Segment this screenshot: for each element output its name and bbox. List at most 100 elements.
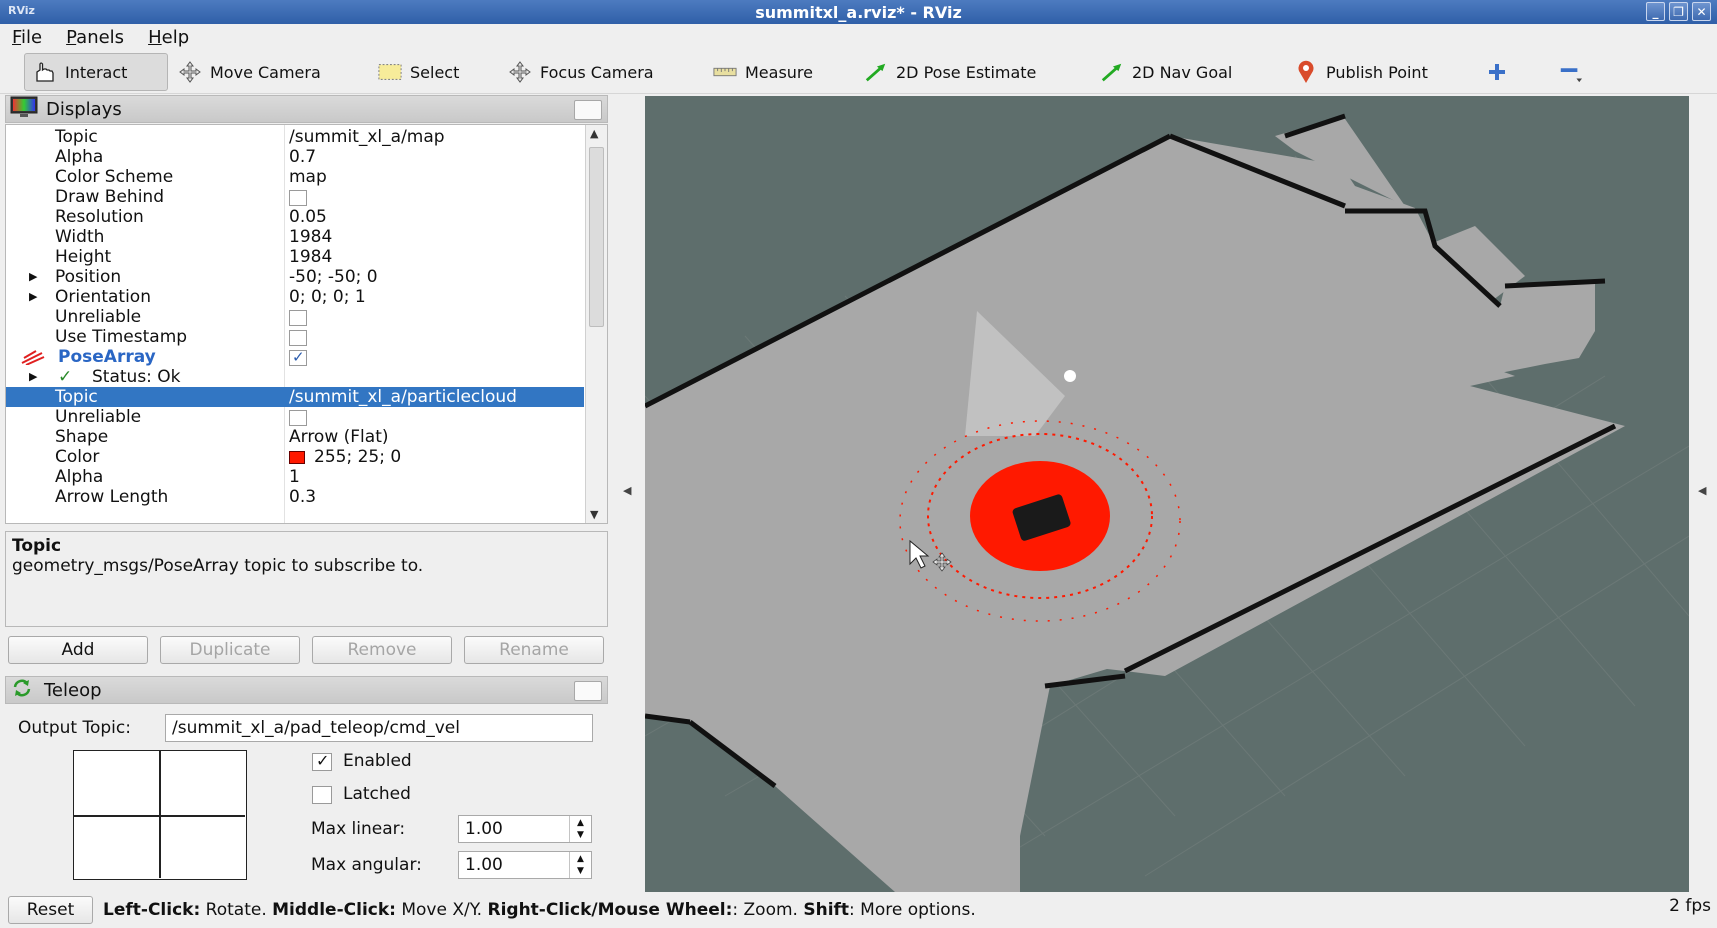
property-value[interactable]: /summit_xl_a/particlecloud xyxy=(289,387,517,407)
property-checkbox[interactable] xyxy=(289,347,307,367)
focus-camera-tool-button[interactable]: Focus Camera xyxy=(500,53,662,91)
expand-arrow-icon[interactable]: ▶ xyxy=(29,287,37,307)
property-value[interactable]: 0; 0; 0; 1 xyxy=(289,287,366,307)
property-value[interactable]: 0.05 xyxy=(289,207,327,227)
output-topic-input[interactable]: /summit_xl_a/pad_teleop/cmd_vel xyxy=(165,714,593,742)
collapse-right-icon[interactable]: ◀ xyxy=(1698,484,1706,497)
property-key: Shape xyxy=(55,427,109,447)
measure-tool-button[interactable]: Measure xyxy=(705,53,821,91)
property-row[interactable]: Color 255; 25; 0 xyxy=(6,447,584,467)
displays-tree[interactable]: Topic/summit_xl_a/map Alpha 0.7 Color Schem… xyxy=(5,124,608,524)
max-angular-spinbox[interactable]: 1.00 ▲ ▼ xyxy=(458,851,592,879)
property-value[interactable]: 1 xyxy=(289,467,300,487)
property-value[interactable]: Arrow (Flat) xyxy=(289,427,389,447)
scroll-up-icon[interactable]: ▲ xyxy=(590,127,598,140)
property-key: Unreliable xyxy=(55,307,142,327)
max-linear-stepper[interactable]: ▲ ▼ xyxy=(569,816,591,842)
latched-label: Latched xyxy=(343,784,411,804)
property-row[interactable]: ▶ ✓ Status: Ok xyxy=(6,367,584,387)
rename-display-button[interactable]: Rename xyxy=(464,636,604,664)
move-arrows-icon xyxy=(178,60,202,84)
property-row[interactable]: Use Timestamp xyxy=(6,327,584,347)
publish-point-tool-button[interactable]: Publish Point xyxy=(1286,53,1436,91)
remove-display-button[interactable]: Remove xyxy=(312,636,452,664)
max-angular-label: Max angular: xyxy=(311,855,422,875)
remove-tool-button[interactable] xyxy=(1550,53,1590,91)
property-value[interactable]: 255; 25; 0 xyxy=(314,447,401,467)
move-camera-tool-button[interactable]: Move Camera xyxy=(170,53,329,91)
expand-arrow-icon[interactable]: ▶ xyxy=(29,267,37,287)
latched-checkbox[interactable] xyxy=(312,786,332,804)
scroll-down-icon[interactable]: ▼ xyxy=(590,508,598,521)
close-button[interactable]: ✕ xyxy=(1692,2,1711,21)
property-checkbox[interactable] xyxy=(289,410,307,426)
property-checkbox[interactable] xyxy=(289,330,307,346)
displays-float-button[interactable] xyxy=(574,100,602,120)
expand-arrow-icon[interactable]: ▶ xyxy=(29,367,37,387)
enabled-checkbox[interactable] xyxy=(312,751,332,771)
select-tool-button[interactable]: Select xyxy=(370,53,467,91)
property-value[interactable]: map xyxy=(289,167,327,187)
teleop-float-button[interactable] xyxy=(574,681,602,701)
left-splitter[interactable]: ◀ xyxy=(612,96,642,892)
max-linear-spinbox[interactable]: 1.00 ▲ ▼ xyxy=(458,815,592,843)
property-row[interactable]: Width 1984 xyxy=(6,227,584,247)
nav-goal-tool-button[interactable]: 2D Nav Goal xyxy=(1092,53,1240,91)
property-value[interactable]: 0.3 xyxy=(289,487,316,507)
teleop-panel-header: Teleop xyxy=(5,676,608,704)
property-row[interactable]: Topic/summit_xl_a/particlecloud xyxy=(6,387,584,407)
add-display-button[interactable]: Add xyxy=(8,636,148,664)
property-row[interactable]: Color Scheme map xyxy=(6,167,584,187)
property-row[interactable]: ▶ Orientation 0; 0; 0; 1 xyxy=(6,287,584,307)
menu-panels[interactable]: Panels xyxy=(66,27,124,48)
property-key: Color xyxy=(55,447,100,467)
maximize-button[interactable]: ❐ xyxy=(1669,2,1688,21)
property-value[interactable]: /summit_xl_a/map xyxy=(289,127,445,147)
property-row[interactable]: Unreliable xyxy=(6,407,584,427)
property-row[interactable]: Alpha 0.7 xyxy=(6,147,584,167)
reset-button[interactable]: Reset xyxy=(8,896,93,924)
property-value[interactable]: -50; -50; 0 xyxy=(289,267,378,287)
render-viewport[interactable] xyxy=(645,96,1689,892)
property-checkbox[interactable] xyxy=(289,190,307,206)
property-value[interactable]: 1984 xyxy=(289,247,332,267)
property-row[interactable]: Alpha 1 xyxy=(6,467,584,487)
property-row[interactable]: Resolution 0.05 xyxy=(6,207,584,227)
add-tool-button[interactable] xyxy=(1477,53,1517,91)
property-row[interactable]: Shape Arrow (Flat) xyxy=(6,427,584,447)
teleop-joystick-pad[interactable] xyxy=(73,750,247,880)
scroll-thumb[interactable] xyxy=(589,147,604,327)
menu-help[interactable]: Help xyxy=(148,27,189,48)
color-swatch[interactable] xyxy=(289,451,305,464)
minimize-button[interactable]: _ xyxy=(1646,2,1665,21)
interact-tool-button[interactable]: Interact xyxy=(24,53,168,91)
property-row[interactable]: PoseArray xyxy=(6,347,584,367)
property-value[interactable]: 1984 xyxy=(289,227,332,247)
app-icon[interactable]: RViz xyxy=(8,4,35,17)
enabled-label: Enabled xyxy=(343,751,412,771)
tree-scrollbar[interactable]: ▲ ▼ xyxy=(585,125,607,523)
minus-icon xyxy=(1558,60,1582,84)
property-row[interactable]: ▶ Position -50; -50; 0 xyxy=(6,267,584,287)
property-row[interactable]: Height 1984 xyxy=(6,247,584,267)
property-key: Alpha xyxy=(55,467,104,487)
publish-point-label: Publish Point xyxy=(1326,62,1428,82)
fps-counter: 2 fps xyxy=(1669,896,1711,916)
property-row[interactable]: Topic/summit_xl_a/map xyxy=(6,127,584,147)
select-label: Select xyxy=(410,62,460,82)
menu-file[interactable]: File xyxy=(12,27,42,48)
property-value[interactable]: 0.7 xyxy=(289,147,316,167)
property-checkbox[interactable] xyxy=(289,310,307,326)
max-angular-stepper[interactable]: ▲ ▼ xyxy=(569,852,591,878)
collapse-left-icon[interactable]: ◀ xyxy=(623,484,631,497)
property-row[interactable]: Draw Behind xyxy=(6,187,584,207)
property-key: Arrow Length xyxy=(55,487,169,507)
property-row[interactable]: Unreliable xyxy=(6,307,584,327)
duplicate-display-button[interactable]: Duplicate xyxy=(160,636,300,664)
nav-goal-label: 2D Nav Goal xyxy=(1132,62,1233,82)
property-row[interactable]: Arrow Length 0.3 xyxy=(6,487,584,507)
right-splitter[interactable]: ◀ xyxy=(1690,96,1717,892)
pose-estimate-tool-button[interactable]: 2D Pose Estimate xyxy=(856,53,1044,91)
property-key: Status: Ok xyxy=(92,367,181,387)
green-arrow-icon xyxy=(864,60,888,84)
